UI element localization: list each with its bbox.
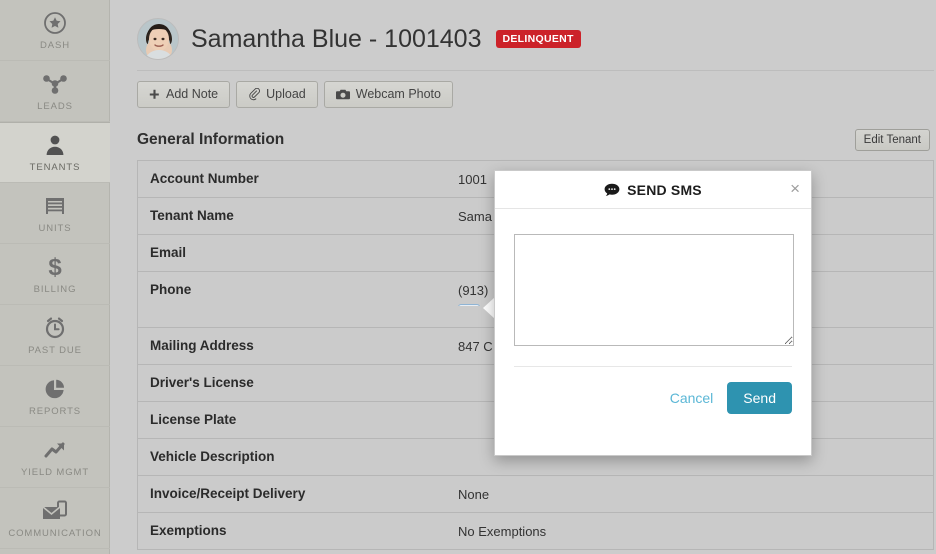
sidebar-item-units[interactable]: UNITS [0,183,110,244]
row-label: Email [150,245,187,260]
section-title: General Information [137,131,285,148]
table-row: Invoice/Receipt Delivery None [138,476,933,513]
sidebar-item-reports[interactable]: REPORTS [0,366,110,427]
person-icon [43,132,67,158]
sidebar-item-billing[interactable]: $ BILLING [0,244,110,305]
pie-chart-icon [43,376,67,402]
sidebar-item-tenants[interactable]: TENANTS [0,122,110,183]
upload-label: Upload [266,87,306,101]
storage-door-icon [43,193,67,219]
svg-text:$: $ [48,254,62,280]
sidebar-item-label: UNITS [38,222,72,234]
row-label: Tenant Name [150,208,234,223]
section-header: General Information Edit Tenant [137,126,930,154]
row-value: No Exemptions [458,524,547,539]
webcam-photo-button[interactable]: Webcam Photo [323,81,453,108]
trend-up-arrow-icon [42,437,68,463]
modal-footer: Cancel Send [514,366,792,414]
sidebar-item-communication[interactable]: COMMUNICATION [0,488,110,549]
network-nodes-icon [42,71,68,97]
phone-value: (913) [458,283,489,298]
page-title: Samantha Blue - 1001403 [191,24,482,53]
alarm-clock-icon [43,315,67,341]
close-icon[interactable]: × [790,180,800,197]
modal-title-text: SEND SMS [627,181,702,198]
dollar-sign-icon: $ [45,254,65,280]
sidebar-item-dash[interactable]: DASH [0,0,110,61]
row-label: Driver's License [150,375,254,390]
webcam-photo-label: Webcam Photo [355,87,441,101]
row-value: None [458,487,490,502]
add-note-label: Add Note [166,87,219,101]
row-label: Invoice/Receipt Delivery [150,486,306,501]
status-badge: DELINQUENT [495,29,581,49]
plus-icon [149,89,160,100]
sms-message-input[interactable] [514,234,794,346]
cancel-button[interactable]: Cancel [670,390,714,406]
table-row: Exemptions No Exemptions [138,513,933,550]
edit-tenant-button[interactable]: Edit Tenant [854,129,930,151]
upload-button[interactable]: Upload [236,81,318,108]
send-sms-modal: SEND SMS × Cancel Send [494,170,812,456]
sidebar-item-label: BILLING [33,283,77,295]
sidebar-item-yield-mgmt[interactable]: YIELD MGMT [0,427,110,488]
sidebar-item-label: LEADS [37,100,73,112]
sidebar-item-past-due[interactable]: PAST DUE [0,305,110,366]
send-button[interactable]: Send [727,382,792,414]
sidebar-item-label: DASH [40,39,70,51]
sidebar-item-leads[interactable]: LEADS [0,61,110,122]
envelope-phone-icon [41,498,69,524]
send-sms-icon-button[interactable] [458,304,480,306]
modal-body [495,209,811,346]
star-circle-icon [43,10,67,36]
sidebar-item-label: YIELD MGMT [20,466,90,478]
action-toolbar: Add Note Upload Webcam Photo [111,71,936,108]
add-note-button[interactable]: Add Note [137,81,231,108]
sms-bubble-icon [604,183,620,197]
modal-title: SEND SMS [604,182,702,198]
sidebar-item-label: COMMUNICATION [8,527,102,539]
tenant-header: Samantha Blue - 1001403 DELINQUENT [111,0,936,62]
sidebar-item-label: TENANTS [29,162,81,173]
paperclip-icon [248,88,261,101]
row-label: Account Number [150,171,259,186]
row-label: Phone [150,282,192,297]
camera-icon [335,89,350,100]
sidebar-item-label: REPORTS [28,405,82,417]
row-label: Mailing Address [150,338,254,353]
avatar [137,18,179,60]
row-label: Vehicle Description [150,449,275,464]
main-sidebar: DASH LEADS TENANTS UNITS $ BILLING PAST … [0,0,110,554]
modal-header: SEND SMS × [495,171,811,209]
sidebar-item-label: PAST DUE [28,344,82,356]
row-label: License Plate [150,412,237,427]
row-label: Exemptions [150,523,227,538]
tenant-detail-page: DASH LEADS TENANTS UNITS $ BILLING PAST … [0,0,936,554]
